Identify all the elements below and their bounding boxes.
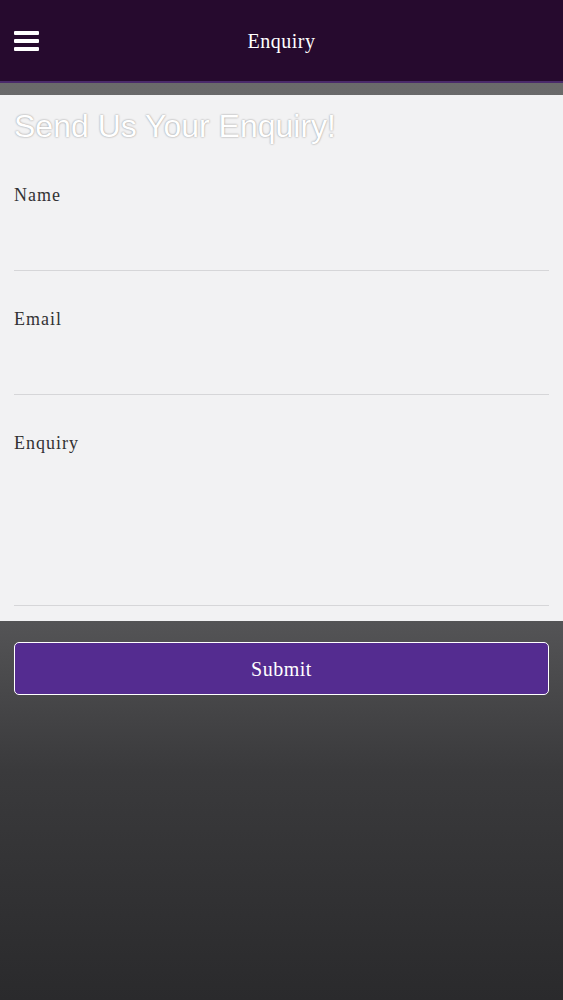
- top-bar: Enquiry: [0, 0, 563, 83]
- field-label: Email: [14, 308, 549, 330]
- submit-row: Submit: [0, 642, 563, 695]
- enquiry-textarea[interactable]: [14, 454, 549, 606]
- menu-icon[interactable]: [14, 30, 40, 52]
- form-field: Email: [14, 308, 549, 395]
- field-label: Name: [14, 184, 549, 206]
- enquiry-form: Send Us Your Enquiry! Name Email Enquiry: [0, 95, 563, 621]
- background-photo: Send Us Your Enquiry! Name Email Enquiry Sub…: [0, 83, 563, 1000]
- text-input[interactable]: [14, 206, 549, 271]
- form-heading: Send Us Your Enquiry!: [14, 105, 549, 147]
- submit-button[interactable]: Submit: [14, 642, 549, 695]
- form-field: Enquiry: [14, 432, 549, 606]
- text-input[interactable]: [14, 330, 549, 395]
- form-field: Name: [14, 184, 549, 271]
- page-title: Enquiry: [248, 26, 316, 56]
- field-label: Enquiry: [14, 432, 549, 454]
